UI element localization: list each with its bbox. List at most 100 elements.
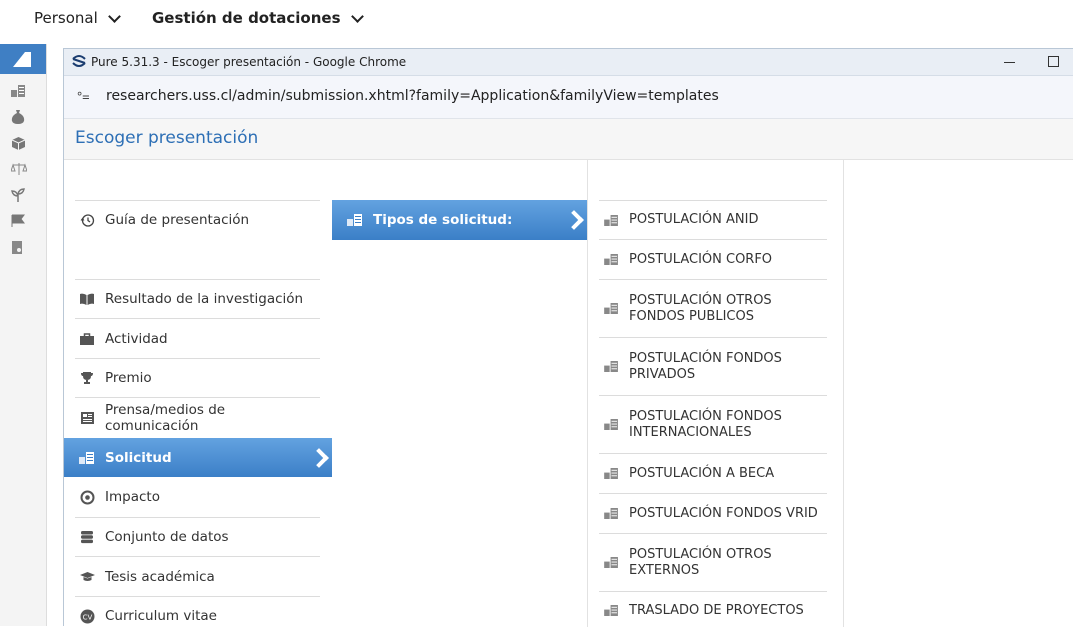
application-types-item[interactable]: Tipos de solicitud: xyxy=(332,200,587,240)
application-icon xyxy=(11,85,25,97)
template-label: POSTULACIÓN CORFO xyxy=(629,251,773,267)
url-text[interactable]: researchers.uss.cl/admin/submission.xhtm… xyxy=(106,88,719,104)
site-settings-icon[interactable]: °= xyxy=(76,90,89,104)
browser-popup-window: Pure 5.31.3 - Escoger presentación - Goo… xyxy=(63,48,1073,627)
template-label: POSTULACIÓN FONDOS VRID xyxy=(629,505,818,521)
rail-applications[interactable] xyxy=(0,78,46,104)
rail-equipment[interactable] xyxy=(0,130,46,156)
nav-gestion-dotaciones[interactable]: Gestión de dotaciones xyxy=(152,9,364,27)
svg-text:CV: CV xyxy=(82,613,92,621)
rail-impact[interactable] xyxy=(0,182,46,208)
application-icon xyxy=(603,419,619,430)
application-types-column: Tipos de solicitud: xyxy=(332,160,588,627)
funding-icon xyxy=(11,110,25,124)
template-label: POSTULACIÓN OTROS EXTERNOS xyxy=(629,546,772,578)
application-icon xyxy=(79,451,95,464)
template-item[interactable]: POSTULACIÓN OTROS FONDOS PUBLICOS xyxy=(599,279,827,337)
templates-column: POSTULACIÓN ANID POSTULACIÓN CORFO POSTU… xyxy=(588,160,844,627)
family-item-cv[interactable]: CV Curriculum vitae xyxy=(75,596,320,635)
application-icon xyxy=(603,468,619,479)
graduation-cap-icon xyxy=(79,571,95,583)
address-bar[interactable]: °= researchers.uss.cl/admin/submission.x… xyxy=(64,76,1073,119)
left-icon-rail xyxy=(0,44,47,626)
family-label: Conjunto de datos xyxy=(105,529,229,545)
family-item-award[interactable]: Premio xyxy=(75,358,320,397)
chevron-right-icon xyxy=(564,210,584,230)
pure-logo-icon xyxy=(72,55,86,67)
template-label: POSTULACIÓN ANID xyxy=(629,212,759,227)
rail-funding[interactable] xyxy=(0,104,46,130)
family-item-thesis[interactable]: Tesis académica xyxy=(75,556,320,596)
top-navigation: Personal Gestión de dotaciones xyxy=(0,0,1073,40)
family-item-application[interactable]: Solicitud xyxy=(64,438,332,477)
family-label: Actividad xyxy=(105,330,168,347)
briefcase-icon xyxy=(79,332,95,346)
dialog-header: Escoger presentación xyxy=(64,119,1073,160)
application-icon xyxy=(603,557,619,568)
family-item-activity[interactable]: Actividad xyxy=(75,318,320,358)
application-icon xyxy=(603,605,619,616)
window-title: Pure 5.31.3 - Escoger presentación - Goo… xyxy=(91,55,407,69)
application-icon xyxy=(603,508,619,519)
template-label: POSTULACIÓN OTROS FONDOS PUBLICOS xyxy=(629,292,772,324)
chevron-right-icon xyxy=(309,447,329,468)
rail-ethics[interactable] xyxy=(0,156,46,182)
template-item[interactable]: POSTULACIÓN CORFO xyxy=(599,239,827,279)
family-label: Impacto xyxy=(105,489,160,505)
family-item-press-media[interactable]: Prensa/medios de comunicación xyxy=(75,397,320,437)
target-icon xyxy=(79,490,95,505)
family-label: Curriculum vitae xyxy=(105,608,217,624)
template-label: TRASLADO DE PROYECTOS xyxy=(629,602,804,618)
trophy-icon xyxy=(79,371,95,385)
newspaper-icon xyxy=(79,411,95,425)
dialog-title: Escoger presentación xyxy=(75,128,259,148)
maximize-button[interactable] xyxy=(1048,56,1059,67)
template-item[interactable]: POSTULACIÓN FONDOS VRID xyxy=(599,493,827,533)
application-icon xyxy=(603,214,619,226)
equipment-icon xyxy=(11,136,26,150)
cv-icon: CV xyxy=(79,609,95,624)
template-item[interactable]: POSTULACIÓN FONDOS PRIVADOS xyxy=(599,337,827,395)
application-icon xyxy=(603,254,619,265)
template-item[interactable]: POSTULACIÓN A BECA xyxy=(599,453,827,493)
report-icon xyxy=(12,240,22,254)
flag-icon xyxy=(11,214,25,227)
template-item[interactable]: TRASLADO DE PROYECTOS xyxy=(599,591,827,629)
family-item-impact[interactable]: Impacto xyxy=(75,477,320,517)
family-label: Solicitud xyxy=(105,449,172,466)
window-titlebar: Pure 5.31.3 - Escoger presentación - Goo… xyxy=(64,49,1073,76)
ethics-icon xyxy=(11,163,27,175)
template-label: POSTULACIÓN FONDOS INTERNACIONALES xyxy=(629,408,782,440)
application-icon xyxy=(347,214,363,226)
profile-icon xyxy=(13,52,31,67)
minimize-button[interactable] xyxy=(1002,52,1018,70)
application-types-label: Tipos de solicitud: xyxy=(373,212,513,228)
application-icon xyxy=(603,303,619,314)
plant-icon xyxy=(11,187,25,202)
family-label: Resultado de la investigación xyxy=(105,291,304,307)
rail-profile[interactable] xyxy=(0,44,46,74)
rail-flag[interactable] xyxy=(0,208,46,234)
template-item[interactable]: POSTULACIÓN ANID xyxy=(599,200,827,239)
family-item-dataset[interactable]: Conjunto de datos xyxy=(75,517,320,556)
family-label: Prensa/medios de comunicación xyxy=(105,401,226,434)
family-item-research-output[interactable]: Resultado de la investigación xyxy=(75,279,320,318)
rail-reports[interactable] xyxy=(0,234,46,260)
nav-gestion-label: Gestión de dotaciones xyxy=(152,9,341,27)
template-label: POSTULACIÓN A BECA xyxy=(629,465,775,481)
family-label: Premio xyxy=(105,370,152,386)
empty-column xyxy=(844,160,1073,627)
nav-personal[interactable]: Personal xyxy=(34,9,121,27)
database-icon xyxy=(79,530,95,544)
chevron-down-icon xyxy=(107,9,121,23)
chevron-down-icon xyxy=(350,9,364,23)
application-icon xyxy=(603,361,619,372)
history-icon xyxy=(79,213,95,228)
guide-label: Guía de presentación xyxy=(105,212,250,228)
template-label: POSTULACIÓN FONDOS PRIVADOS xyxy=(629,350,782,382)
submission-family-column: Guía de presentación Resultado de la inv… xyxy=(64,160,333,627)
template-item[interactable]: POSTULACIÓN FONDOS INTERNACIONALES xyxy=(599,395,827,453)
guide-item[interactable]: Guía de presentación xyxy=(75,200,320,239)
book-icon xyxy=(79,292,95,306)
template-item[interactable]: POSTULACIÓN OTROS EXTERNOS xyxy=(599,533,827,591)
